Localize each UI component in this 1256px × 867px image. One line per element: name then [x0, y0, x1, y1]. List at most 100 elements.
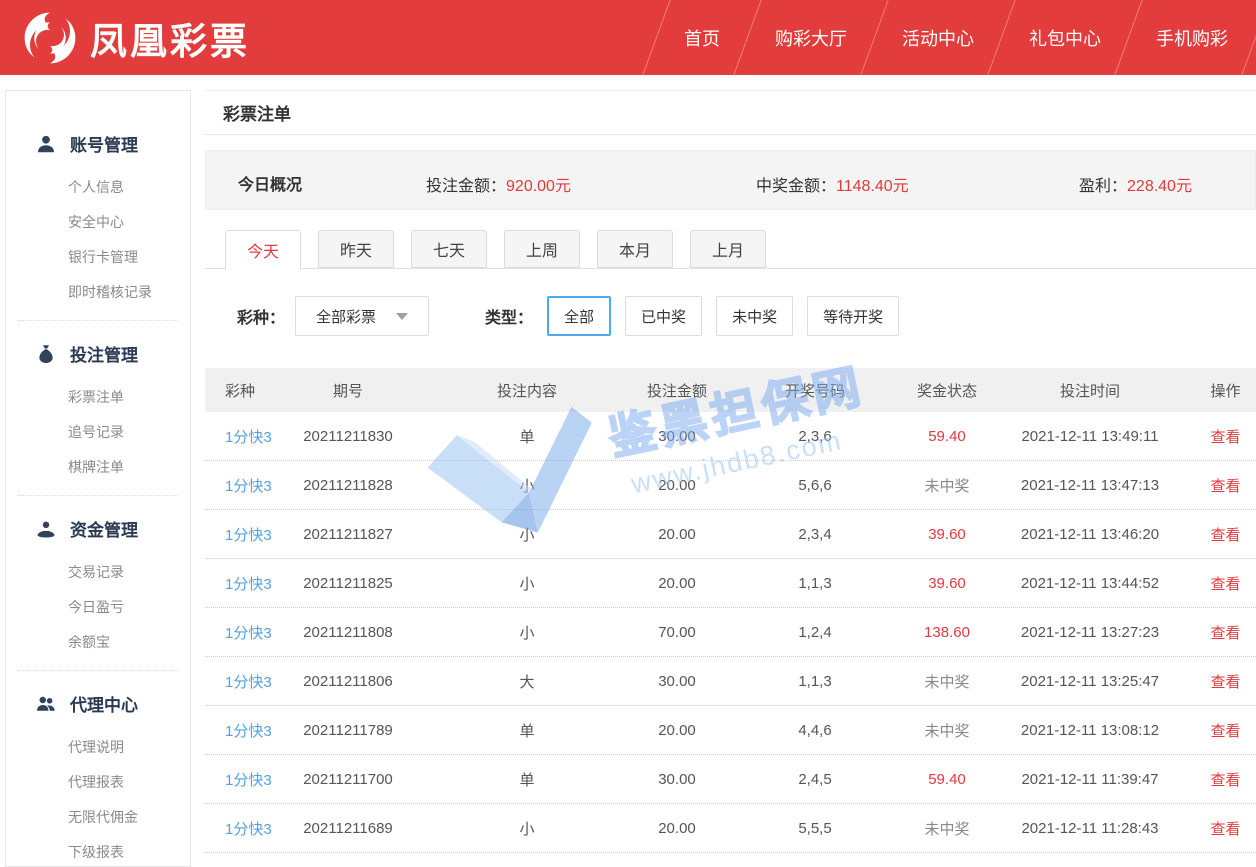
view-action[interactable]: 查看 — [1195, 426, 1256, 447]
lottery-cell[interactable]: 1分快3 — [205, 573, 275, 594]
lottery-cell[interactable]: 1分快3 — [205, 720, 275, 741]
lottery-cell[interactable]: 1分快3 — [205, 475, 275, 496]
prize-cell: 39.60 — [928, 574, 966, 592]
time-cell: 2021-12-11 13:08:12 — [1020, 721, 1160, 739]
issue-cell: 20211211806 — [303, 672, 393, 690]
view-action[interactable]: 查看 — [1195, 720, 1256, 741]
prize-cell: 59.40 — [928, 427, 966, 445]
sidebar-item[interactable]: 下级报表 — [6, 835, 190, 867]
numbers-cell: 1,2,4 — [798, 623, 832, 641]
prize-cell: 未中奖 — [924, 722, 970, 740]
lottery-select[interactable]: 全部彩票 — [295, 296, 430, 336]
column-header-5: 奖金状态 — [916, 382, 977, 400]
table-row: 1分快3 20211211830 单 30.00 2,3,6 59.40 2021-12-1… — [205, 412, 1256, 461]
nav-item-lottery-hall[interactable]: 购彩大厅 — [748, 0, 874, 75]
sidebar-item[interactable]: 彩票注单 — [6, 380, 190, 415]
sidebar-item[interactable]: 即时稽核记录 — [6, 275, 190, 310]
type-filter-all[interactable]: 全部 — [547, 296, 612, 336]
view-action[interactable]: 查看 — [1195, 818, 1256, 839]
sidebar-item[interactable]: 追号记录 — [6, 415, 190, 450]
view-action[interactable]: 查看 — [1195, 622, 1256, 643]
win-amount-label: 中奖金额： — [756, 178, 837, 195]
sidebar-item[interactable]: 今日盈亏 — [6, 590, 190, 625]
tab-last-month[interactable]: 上月 — [690, 230, 766, 268]
issue-cell: 20211211689 — [303, 819, 393, 837]
column-header-3: 投注金额 — [646, 382, 707, 400]
issue-cell: 20211211830 — [303, 427, 393, 445]
sidebar-section-account[interactable]: 账号管理 — [6, 121, 190, 166]
issue-cell: 20211211808 — [303, 623, 393, 641]
lottery-cell[interactable]: 1分快3 — [205, 622, 275, 643]
bets-table: 彩种 期号 投注内容 投注金额 开奖号码 奖金状态 投注时间 操作 1分快3 202112118… — [205, 368, 1256, 853]
sidebar-divider — [18, 320, 178, 321]
content-cell: 单 — [519, 722, 535, 740]
summary-title: 今日概况 — [238, 177, 303, 194]
view-action[interactable]: 查看 — [1195, 769, 1256, 790]
view-action[interactable]: 查看 — [1195, 524, 1256, 545]
sidebar-section-betting[interactable]: 投注管理 — [6, 331, 190, 376]
tab-yesterday[interactable]: 昨天 — [318, 230, 394, 268]
lottery-cell[interactable]: 1分快3 — [205, 426, 275, 447]
sidebar-item[interactable]: 代理报表 — [6, 765, 190, 800]
sidebar-item[interactable]: 无限代佣金 — [6, 800, 190, 835]
nav-item-gift-center[interactable]: 礼包中心 — [1002, 0, 1128, 75]
table-row: 1分快3 20211211700 单 30.00 2,4,5 59.40 2021-12-1… — [205, 755, 1256, 804]
sidebar-item[interactable]: 个人信息 — [6, 170, 190, 205]
sidebar-section-label: 代理中心 — [70, 696, 138, 715]
view-action[interactable]: 查看 — [1195, 475, 1256, 496]
table-row: 1分快3 20211211827 小 20.00 2,3,4 39.60 2021-12-1… — [205, 510, 1256, 559]
column-header-4: 开奖号码 — [784, 382, 845, 400]
lottery-cell[interactable]: 1分快3 — [205, 769, 275, 790]
sidebar-item[interactable]: 代理说明 — [6, 730, 190, 765]
nav-item-mobile-lottery[interactable]: 手机购彩 — [1129, 0, 1255, 75]
numbers-cell: 2,3,4 — [798, 525, 832, 543]
content-cell: 单 — [519, 428, 535, 446]
tab-this-month[interactable]: 本月 — [597, 230, 673, 268]
time-cell: 2021-12-11 13:44:52 — [1020, 574, 1160, 592]
sidebar-items: 个人信息 安全中心 银行卡管理 即时稽核记录 — [6, 170, 190, 310]
sidebar-item[interactable]: 安全中心 — [6, 205, 190, 240]
amount-cell: 20.00 — [658, 525, 696, 543]
type-filter-pending[interactable]: 等待开奖 — [807, 296, 900, 336]
lottery-select-value: 全部彩票 — [316, 308, 377, 326]
main-content: 彩票注单 今日概况 投注金额：920.00元 中奖金额：1148.40元 盈利：… — [205, 90, 1256, 867]
sidebar-item[interactable]: 棋牌注单 — [6, 450, 190, 485]
amount-cell: 30.00 — [658, 427, 696, 445]
sidebar-item[interactable]: 交易记录 — [6, 555, 190, 590]
date-tabs: 今天 昨天 七天 上周 本月 上月 — [205, 230, 1256, 270]
view-action[interactable]: 查看 — [1195, 573, 1256, 594]
type-filter-won[interactable]: 已中奖 — [625, 296, 703, 336]
sidebar-item[interactable]: 余额宝 — [6, 625, 190, 660]
time-cell: 2021-12-11 13:46:20 — [1020, 525, 1160, 543]
column-header-0: 彩种 — [225, 382, 256, 400]
type-filter-lost[interactable]: 未中奖 — [716, 296, 794, 336]
issue-cell: 20211211828 — [303, 476, 393, 494]
tab-last-week[interactable]: 上周 — [504, 230, 580, 268]
amount-cell: 30.00 — [658, 672, 696, 690]
sidebar-item[interactable]: 银行卡管理 — [6, 240, 190, 275]
sidebar-section-funds[interactable]: 资金管理 — [6, 506, 190, 551]
numbers-cell: 1,1,3 — [798, 574, 832, 592]
amount-cell: 30.00 — [658, 770, 696, 788]
lottery-cell[interactable]: 1分快3 — [205, 818, 275, 839]
view-action[interactable]: 查看 — [1195, 671, 1256, 692]
win-amount-value: 1148.40元 — [836, 178, 909, 195]
brand-logo[interactable]: 凤凰彩票 — [22, 10, 250, 66]
sidebar-section-agent[interactable]: 代理中心 — [6, 681, 190, 726]
profit-stat: 盈利：228.40元 — [1079, 172, 1192, 196]
nav-item-home[interactable]: 首页 — [657, 0, 747, 75]
table-row: 1分快3 20211211828 小 20.00 5,6,6 未中奖 2021-12-11 … — [205, 461, 1256, 510]
amount-cell: 20.00 — [658, 476, 696, 494]
issue-cell: 20211211789 — [303, 721, 393, 739]
tab-seven-days[interactable]: 七天 — [411, 230, 487, 268]
lottery-cell[interactable]: 1分快3 — [205, 671, 275, 692]
prize-cell: 未中奖 — [924, 477, 970, 495]
page-title-bar: 彩票注单 — [205, 90, 1256, 135]
tab-today[interactable]: 今天 — [225, 230, 301, 270]
prize-cell: 39.60 — [928, 525, 966, 543]
phoenix-logo-icon — [24, 12, 76, 63]
sidebar-items: 彩票注单 追号记录 棋牌注单 — [6, 380, 190, 485]
lottery-cell[interactable]: 1分快3 — [205, 524, 275, 545]
nav-item-activity-center[interactable]: 活动中心 — [875, 0, 1001, 75]
issue-cell: 20211211827 — [303, 525, 393, 543]
